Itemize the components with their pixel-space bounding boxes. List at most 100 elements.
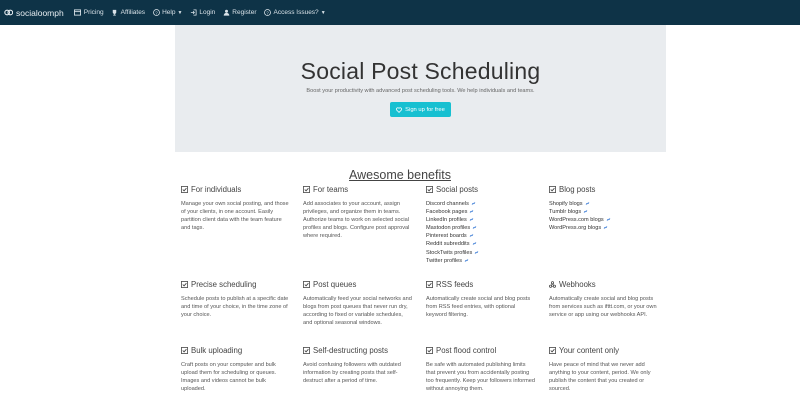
feature-bulk-uploading: Bulk uploading Craft posts on your compu… (181, 346, 291, 393)
checkbox-icon (303, 347, 310, 354)
hero-subtitle: Boost your productivity with advanced po… (306, 88, 535, 94)
list-item[interactable]: Twitter profiles (426, 257, 536, 265)
user-icon (222, 9, 230, 17)
brand-logo[interactable]: socialoomph (4, 8, 64, 18)
feature-title: Your content only (559, 346, 619, 355)
nav-help-dropdown[interactable]: ? Help ▼ (152, 9, 182, 17)
checkbox-icon (303, 281, 310, 288)
link-icon (472, 242, 476, 246)
list-item[interactable]: Discord channels (426, 200, 536, 208)
feature-description: Schedule posts to publish at a specific … (181, 296, 289, 318)
feature-title: Blog posts (559, 185, 596, 194)
link-icon (583, 209, 588, 214)
nav-register[interactable]: Register (222, 9, 257, 17)
list-item[interactable]: WordPress.com blogs (549, 216, 659, 224)
list-item[interactable]: Shopify blogs (549, 200, 659, 208)
feature-rss-feeds: RSS feeds Automatically create social an… (426, 280, 536, 319)
feature-title: Webhooks (559, 280, 596, 289)
feature-title: Bulk uploading (191, 346, 243, 355)
nav-affiliates-label: Affiliates (120, 9, 146, 16)
nav-affiliates[interactable]: Affiliates (111, 9, 145, 17)
trophy-icon (111, 9, 119, 17)
checkbox-icon (181, 281, 188, 288)
svg-text:?: ? (266, 10, 269, 15)
list-item[interactable]: WordPress.org blogs (549, 224, 659, 232)
feature-social-posts: Social posts Discord channels Facebook p… (426, 185, 536, 265)
feature-title: Self-destructing posts (313, 346, 388, 355)
list-item[interactable]: Facebook pages (426, 208, 536, 216)
feature-description: Manage your own social posting, and thos… (181, 201, 289, 231)
link-icon (469, 234, 473, 238)
pricing-icon (74, 9, 82, 17)
feature-description: Add associates to your account, assign p… (303, 201, 410, 239)
nav-register-label: Register (232, 9, 257, 16)
nav-pricing-label: Pricing (83, 9, 104, 16)
feature-precise-scheduling: Precise scheduling Schedule posts to pub… (181, 280, 291, 319)
checkbox-icon (181, 347, 188, 354)
link-icon (475, 250, 479, 254)
feature-your-content-only: Your content only Have peace of mind tha… (549, 346, 659, 393)
question-icon: ? (152, 9, 160, 17)
list-item[interactable]: Mastodon profiles (426, 224, 536, 232)
feature-description: Be safe with automated publishing limits… (426, 362, 536, 392)
feature-title: RSS feeds (436, 280, 474, 289)
feature-description: Avoid confusing followers with outdated … (303, 362, 401, 384)
checkbox-icon (426, 186, 433, 193)
nav-login-label: Login (199, 9, 216, 16)
hero-title: Social Post Scheduling (300, 58, 541, 84)
checkbox-icon (549, 186, 556, 193)
link-icon (471, 201, 476, 206)
list-item[interactable]: Reddit subreddits (426, 240, 536, 248)
nav-access-issues-label: Access Issues? (273, 9, 319, 16)
heart-icon (396, 106, 403, 113)
login-icon (189, 9, 197, 17)
feature-title: For teams (313, 185, 349, 194)
socialoomph-logo-icon (4, 9, 13, 16)
link-icon (606, 218, 610, 222)
checkbox-icon (303, 186, 310, 193)
checkbox-icon (426, 347, 433, 354)
feature-post-flood-control: Post flood control Be safe with automate… (426, 346, 536, 393)
social-posts-link-list: Discord channels Facebook pages LinkedIn… (426, 200, 536, 265)
link-icon (469, 218, 473, 222)
feature-for-teams: For teams Add associates to your account… (303, 185, 413, 240)
feature-post-queues: Post queues Automatically feed your soci… (303, 280, 413, 327)
webhook-icon (549, 281, 556, 288)
feature-description: Have peace of mind that we never add any… (549, 362, 651, 392)
feature-title: Post queues (313, 280, 357, 289)
nav-access-issues-dropdown[interactable]: ? Access Issues? ▼ (264, 9, 326, 17)
checkbox-icon (549, 347, 556, 354)
feature-description: Automatically create social and blog pos… (426, 296, 531, 318)
checkbox-icon (181, 186, 188, 193)
feature-description: Automatically feed your social networks … (303, 296, 412, 326)
nav-pricing[interactable]: Pricing (74, 9, 104, 17)
nav-login[interactable]: Login (189, 9, 215, 17)
checkbox-icon (426, 281, 433, 288)
link-icon (603, 226, 608, 230)
feature-title: Precise scheduling (191, 280, 257, 289)
question-icon: ? (264, 9, 272, 17)
link-icon (470, 209, 474, 214)
feature-for-individuals: For individuals Manage your own social p… (181, 185, 291, 232)
list-item[interactable]: Tumblr blogs (549, 208, 659, 216)
link-icon (472, 226, 477, 230)
list-item[interactable]: Pinterest boards (426, 232, 536, 240)
svg-text:?: ? (155, 10, 158, 15)
nav-help-label: Help (162, 9, 176, 16)
list-item[interactable]: StockTwits profiles (426, 249, 536, 257)
signup-button[interactable]: Sign up for free (390, 102, 451, 117)
brand-name: socialoomph (16, 7, 64, 18)
feature-description: Automatically create social and blog pos… (549, 296, 657, 318)
feature-webhooks: Webhooks Automatically create social and… (549, 280, 659, 319)
signup-button-label: Sign up for free (405, 106, 445, 113)
top-navbar: socialoomph Pricing Affiliates ? Help ▼ … (0, 0, 800, 25)
list-item[interactable]: LinkedIn profiles (426, 216, 536, 224)
caret-down-icon: ▼ (320, 9, 326, 16)
hero-jumbotron: Social Post Scheduling Boost your produc… (175, 25, 666, 152)
link-icon (464, 258, 469, 262)
feature-title: Social posts (436, 185, 479, 194)
link-icon (585, 201, 589, 206)
feature-self-destructing-posts: Self-destructing posts Avoid confusing f… (303, 346, 413, 385)
caret-down-icon: ▼ (177, 9, 183, 16)
feature-description: Craft posts on your computer and bulk up… (181, 362, 277, 392)
